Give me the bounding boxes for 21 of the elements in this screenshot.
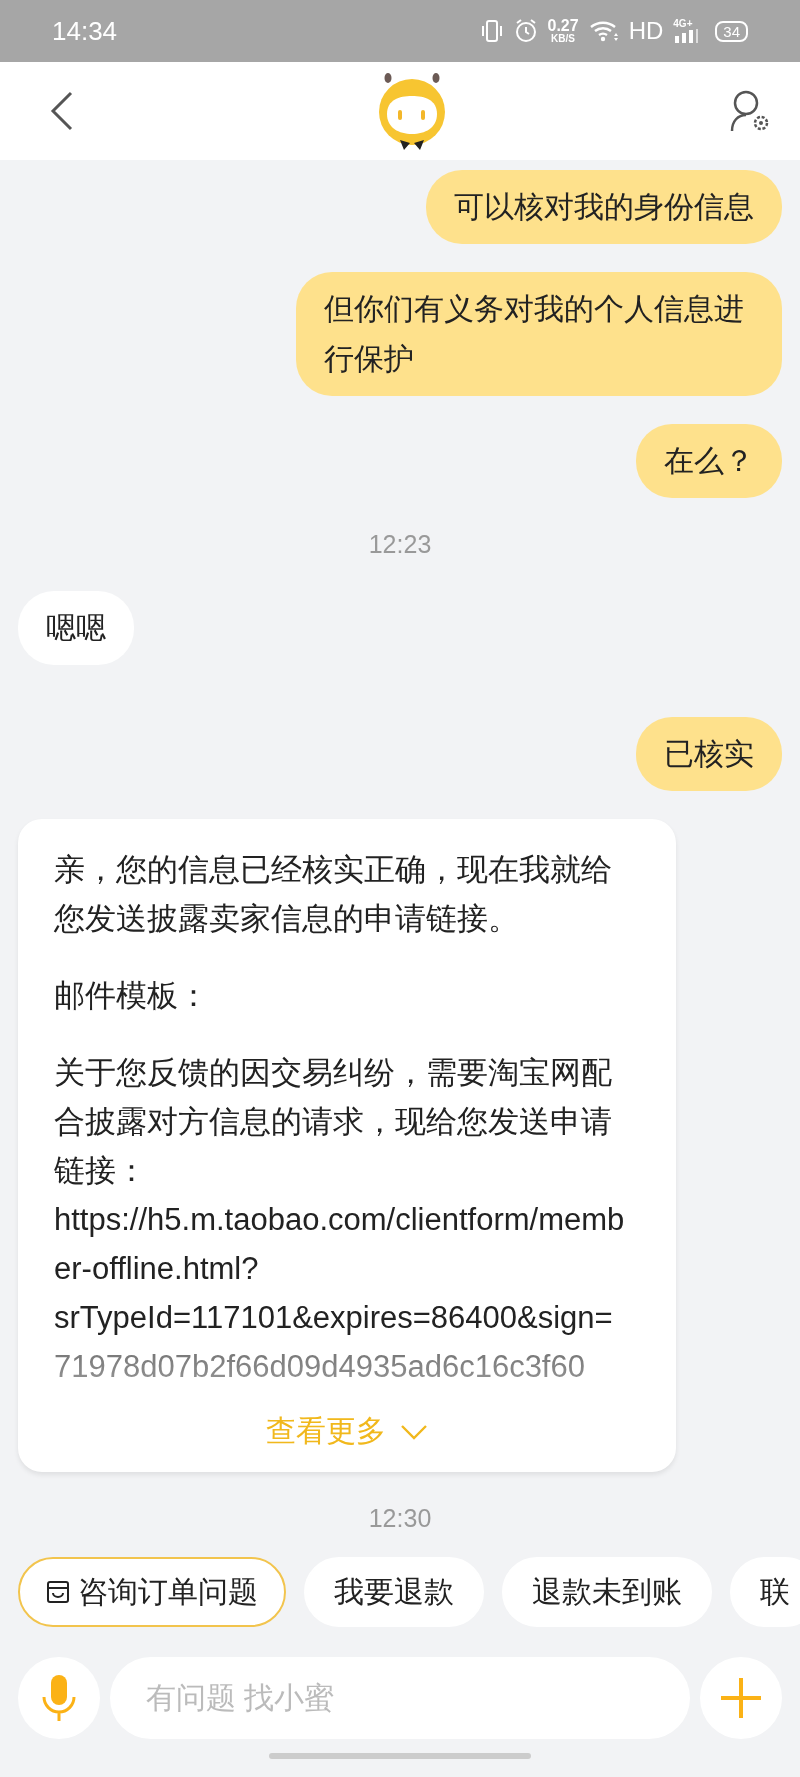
quick-reply-chip[interactable]: 联 xyxy=(730,1557,800,1627)
message-input[interactable]: 有问题 找小蜜 xyxy=(110,1657,690,1739)
speed-unit: KB/S xyxy=(551,34,575,44)
message-bubble: 可以核对我的身份信息 xyxy=(426,170,782,244)
message-text: 亲，您的信息已经核实正确，现在我就给您发送披露卖家信息的申请链接。 xyxy=(54,851,613,938)
message-bubble: 但你们有义务对我的个人信息进行保护 xyxy=(296,272,782,396)
message-bubble: 嗯嗯 xyxy=(18,591,134,665)
network-type: 4G+ xyxy=(673,19,693,29)
battery-indicator: 34 xyxy=(715,20,748,42)
timestamp: 12:23 xyxy=(368,530,432,559)
quick-reply-chip[interactable]: 退款未到账 xyxy=(502,1557,712,1627)
message-text: 关于您反馈的因交易纠纷，需要淘宝网配合披露对方信息的请求，现给您发送申请链接： https://h5.m.taobao.com/clientform/member-offline.html?srTypeId=117101&expires=86400&sign=71978d07b2f66d09d4935ad6c16c3f60 xyxy=(54,1054,626,1386)
timestamp: 12:30 xyxy=(368,1504,432,1533)
status-time: 14:34 xyxy=(52,15,118,47)
message-bubble: 在么？ xyxy=(636,424,782,498)
message-bubble: 已核实 xyxy=(636,717,782,791)
quick-reply-chip[interactable]: 咨询订单问题 xyxy=(18,1557,286,1627)
message-text: 邮件模板： xyxy=(54,977,210,1015)
hd-label: HD xyxy=(628,17,664,45)
quick-reply-chip[interactable]: 我要退款 xyxy=(304,1557,484,1627)
network-speed: 0.27 xyxy=(547,18,579,34)
